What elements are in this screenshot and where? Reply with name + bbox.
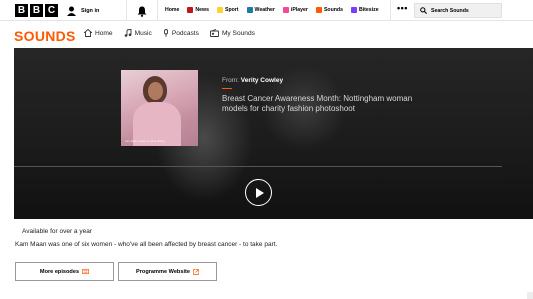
image-caption: Kam Maan (Image by Mina Mahal) [125, 140, 165, 143]
episode-image: Kam Maan (Image by Mina Mahal) [121, 70, 198, 146]
sport-icon [216, 7, 223, 13]
search-sounds-button[interactable]: Search Sounds [414, 3, 502, 18]
divider [157, 0, 158, 20]
sounds-nav-podcasts[interactable]: Podcasts [163, 29, 199, 37]
sign-in-link[interactable]: Sign in [67, 4, 99, 17]
user-icon [67, 6, 76, 16]
search-label: Search Sounds [431, 7, 469, 14]
nav-link-label: Sounds [323, 7, 343, 13]
notifications-bell-icon[interactable] [137, 4, 147, 22]
external-link-icon [193, 268, 199, 275]
bbc-logo-letter: B [30, 4, 43, 17]
more-menu-button[interactable]: ••• [397, 4, 408, 13]
home-icon [84, 29, 92, 37]
sounds-nav-music[interactable]: Music [124, 29, 152, 37]
more-episodes-label: More episodes [39, 268, 80, 275]
nav-link-label: Sport [224, 7, 239, 13]
nav-link-bitesize[interactable]: Bitesize [350, 7, 379, 13]
availability-text: Available for over a year [22, 228, 92, 235]
nav-link-sounds[interactable]: Sounds [315, 7, 343, 13]
from-prefix: From: [222, 77, 239, 84]
nav-link-label: iPlayer [290, 7, 308, 13]
bbc-global-nav: B B C Sign in Home News Sport Weather iP… [0, 0, 533, 21]
programme-website-label: Programme Website [136, 268, 190, 275]
nav-link-label: News [195, 7, 209, 13]
sounds-logo[interactable]: SOUNDS [14, 28, 76, 44]
nav-link-label: Weather [254, 7, 275, 13]
scroll-corner [527, 292, 533, 299]
nav-link-home[interactable]: Home [165, 7, 179, 13]
page: B B C Sign in Home News Sport Weather iP… [0, 0, 533, 299]
bbc-logo-letter: C [45, 4, 58, 17]
search-icon [420, 7, 427, 14]
nav-link-weather[interactable]: Weather [246, 7, 275, 13]
nav-link-iplayer[interactable]: iPlayer [282, 7, 308, 13]
news-icon [187, 7, 194, 13]
divider [390, 0, 391, 20]
sounds-nav-label: My Sounds [221, 29, 255, 37]
portrait-face [148, 82, 163, 100]
music-note-icon [124, 29, 132, 37]
player-background [14, 48, 533, 219]
bbc-logo-letter: B [15, 4, 28, 17]
episode-player: Kam Maan (Image by Mina Mahal) From: Ver… [14, 48, 533, 219]
weather-icon [246, 7, 253, 13]
progress-track[interactable] [14, 166, 502, 167]
sounds-nav-label: Home [95, 29, 113, 37]
sounds-nav-bar: SOUNDS Home Music Podcasts My Sounds [0, 21, 533, 48]
sounds-nav-home[interactable]: Home [84, 29, 113, 37]
sign-in-label: Sign in [81, 7, 100, 14]
nav-link-sport[interactable]: Sport [216, 7, 239, 13]
more-episodes-button[interactable]: More episodes [15, 262, 114, 281]
from-name[interactable]: Verity Cowley [241, 77, 283, 84]
episode-title: Breast Cancer Awareness Month: Nottingha… [222, 94, 413, 113]
accent-rule [222, 88, 232, 89]
radio-icon [209, 29, 219, 37]
nav-link-label: Bitesize [358, 7, 379, 13]
episode-from: From: Verity Cowley [222, 77, 283, 84]
bbc-nav-links: Home News Sport Weather iPlayer Sounds B… [165, 0, 379, 20]
episode-description: Kam Maan was one of six women - who've a… [15, 241, 278, 248]
podcast-icon [163, 29, 168, 37]
iplayer-icon [282, 7, 289, 13]
nav-link-label: Home [165, 7, 180, 13]
play-button[interactable] [245, 179, 272, 206]
sounds-nav: Home Music Podcasts My Sounds [84, 29, 255, 37]
episodes-list-icon [82, 269, 90, 274]
sounds-nav-label: Podcasts [171, 29, 199, 37]
sounds-nav-label: Music [134, 29, 152, 37]
bbc-logo[interactable]: B B C [15, 4, 58, 17]
bitesize-icon [350, 7, 357, 13]
sounds-nav-my-sounds[interactable]: My Sounds [209, 29, 255, 37]
nav-link-news[interactable]: News [187, 7, 209, 13]
divider [126, 0, 127, 20]
sounds-icon [315, 7, 322, 13]
programme-website-button[interactable]: Programme Website [118, 262, 217, 281]
